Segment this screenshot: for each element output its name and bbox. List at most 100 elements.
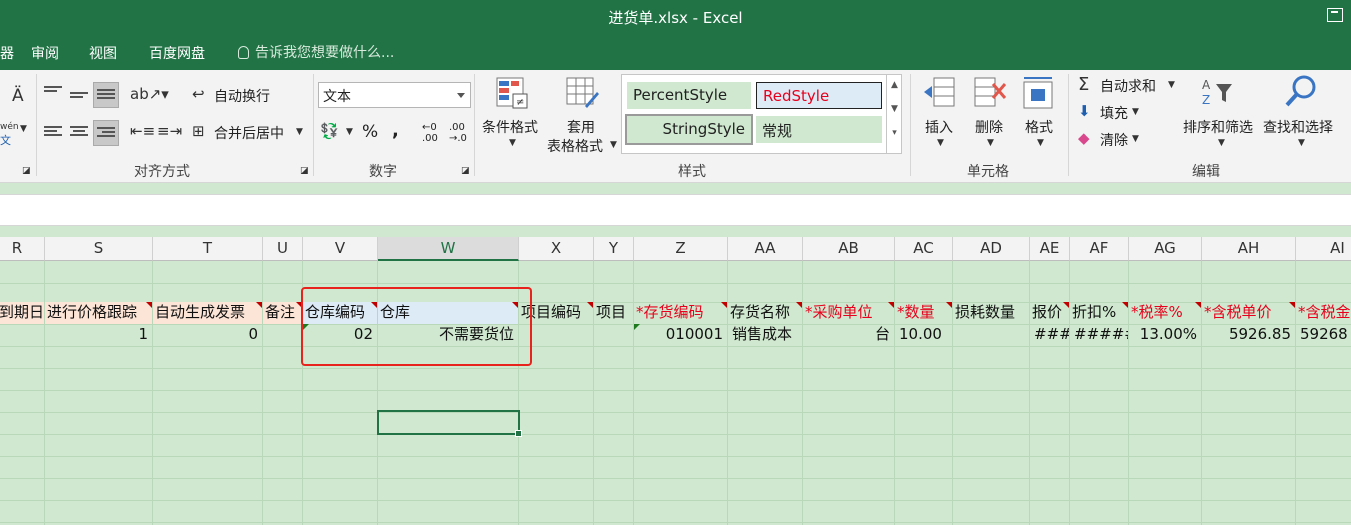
data-cell-s[interactable]: 1 (45, 324, 152, 346)
chevron-up-icon[interactable]: ▲ (887, 80, 902, 90)
tell-me-box[interactable]: 告诉我您想要做什么... (238, 42, 394, 62)
header-cell-ae[interactable]: 报价 (1030, 302, 1069, 324)
formula-bar[interactable] (0, 194, 1351, 226)
eraser-icon[interactable]: ◆ (1078, 129, 1090, 147)
format-dropdown-icon[interactable]: ▼ (1037, 138, 1044, 148)
merge-dropdown-icon[interactable]: ▼ (296, 127, 303, 137)
format-as-table-icon[interactable] (565, 76, 599, 110)
active-cell-selection[interactable] (377, 410, 522, 437)
column-header-aa[interactable]: AA (728, 237, 803, 261)
data-cell-y[interactable] (594, 324, 633, 346)
merge-center-icon[interactable]: ⊞ (192, 122, 205, 140)
clear-dropdown-icon[interactable]: ▼ (1132, 134, 1139, 144)
autosum-icon[interactable]: Σ (1078, 74, 1089, 95)
wrap-text-icon[interactable]: ↩ (192, 85, 205, 103)
column-header-u[interactable]: U (263, 237, 303, 261)
column-header-ai[interactable]: AI (1296, 237, 1351, 261)
alignment-dialog-launcher-icon[interactable]: ◪ (300, 166, 309, 176)
increase-decimal-button[interactable]: ←0 .00 (422, 122, 444, 144)
autosum-dropdown-icon[interactable]: ▼ (1168, 80, 1175, 90)
sort-filter-icon[interactable]: AZ (1200, 76, 1234, 110)
format-button[interactable]: 格式 (1025, 117, 1053, 137)
column-header-w[interactable]: W (378, 237, 519, 261)
header-cell-ad[interactable]: 损耗数量 (953, 302, 1029, 324)
tab-review[interactable]: 审阅 (31, 43, 59, 63)
header-cell-ac[interactable]: *数量 (895, 302, 952, 324)
data-cell-ag[interactable]: 13.00% (1129, 324, 1201, 346)
tab-baidu-netdisk[interactable]: 百度网盘 (149, 43, 205, 63)
fill-button[interactable]: 填充 (1100, 103, 1128, 123)
chevron-down-icon[interactable]: ▼ (887, 104, 902, 114)
comma-style-button[interactable]: , (392, 120, 399, 141)
delete-cells-icon[interactable] (973, 76, 1007, 110)
dropdown-arrow-icon[interactable]: ▼ (20, 124, 27, 134)
style-percent[interactable]: PercentStyle (627, 82, 751, 109)
align-right-icon[interactable] (93, 120, 119, 146)
header-cell-r[interactable]: 到期日 (0, 302, 44, 324)
column-header-s[interactable]: S (45, 237, 153, 261)
data-cell-ad[interactable] (953, 324, 1029, 346)
merge-center-button[interactable]: 合并后居中 (214, 123, 284, 143)
column-header-z[interactable]: Z (634, 237, 728, 261)
autosum-button[interactable]: 自动求和 (1100, 76, 1156, 96)
currency-dropdown-icon[interactable]: ▼ (346, 127, 353, 137)
font-dialog-launcher-icon[interactable]: ◪ (22, 166, 31, 176)
header-cell-af[interactable]: 折扣% (1070, 302, 1128, 324)
fill-dropdown-icon[interactable]: ▼ (1132, 107, 1139, 117)
conditional-dropdown-icon[interactable]: ▼ (509, 138, 516, 148)
style-red[interactable]: RedStyle (756, 82, 882, 109)
tab-cut-off[interactable]: 器 (0, 43, 14, 63)
percent-style-button[interactable]: % (362, 122, 378, 142)
conditional-formatting-icon[interactable]: ≠ (495, 76, 529, 110)
more-styles-icon[interactable]: ▾ (887, 128, 902, 138)
column-header-ah[interactable]: AH (1202, 237, 1296, 261)
header-cell-u[interactable]: 备注 (263, 302, 302, 324)
conditional-formatting-button[interactable]: 条件格式 (482, 117, 538, 137)
header-cell-ai[interactable]: *含税金 (1296, 302, 1351, 324)
data-cell-af[interactable]: ##### (1070, 324, 1128, 346)
data-cell-z[interactable]: 010001 (634, 324, 727, 346)
header-cell-z[interactable]: *存货编码 (634, 302, 727, 324)
ribbon-display-options-icon[interactable] (1327, 8, 1343, 22)
insert-button[interactable]: 插入 (925, 117, 953, 137)
data-cell-u[interactable] (263, 324, 302, 346)
header-cell-aa[interactable]: 存货名称 (728, 302, 802, 324)
column-header-ac[interactable]: AC (895, 237, 953, 261)
wrap-text-button[interactable]: 自动换行 (214, 86, 270, 106)
align-middle-icon[interactable] (70, 88, 88, 102)
style-string[interactable]: StringStyle (625, 114, 753, 145)
data-cell-aa[interactable]: 销售成本 (728, 324, 802, 346)
header-cell-ah[interactable]: *含税单价 (1202, 302, 1295, 324)
increase-indent-icon[interactable]: ≡⇥ (157, 122, 182, 140)
insert-dropdown-icon[interactable]: ▼ (937, 138, 944, 148)
column-header-ab[interactable]: AB (803, 237, 895, 261)
phonetic-guide-button[interactable]: 文 (0, 132, 11, 148)
number-format-combo[interactable]: 文本 (318, 82, 471, 108)
column-header-ae[interactable]: AE (1030, 237, 1070, 261)
magnifier-icon[interactable] (1284, 74, 1318, 108)
fill-icon[interactable]: ⬇ (1078, 102, 1091, 120)
align-left-icon[interactable] (44, 126, 62, 140)
header-cell-y[interactable]: 项目 (594, 302, 633, 324)
column-header-y[interactable]: Y (594, 237, 634, 261)
align-bottom-icon[interactable] (93, 82, 119, 108)
column-header-t[interactable]: T (153, 237, 263, 261)
delete-button[interactable]: 删除 (975, 117, 1003, 137)
currency-icon[interactable]: 💱 (320, 122, 339, 140)
styles-scroll[interactable]: ▲ ▼ ▾ (886, 74, 902, 154)
column-header-af[interactable]: AF (1070, 237, 1129, 261)
data-cell-ac[interactable]: 10.00 (895, 324, 952, 346)
find-dropdown-icon[interactable]: ▼ (1298, 138, 1305, 148)
clear-button[interactable]: 清除 (1100, 130, 1128, 150)
column-header-v[interactable]: V (303, 237, 378, 261)
header-cell-t[interactable]: 自动生成发票 (153, 302, 262, 324)
data-cell-ae[interactable]: ### (1030, 324, 1069, 346)
data-cell-ah[interactable]: 5926.85 (1202, 324, 1295, 346)
delete-dropdown-icon[interactable]: ▼ (987, 138, 994, 148)
format-as-table-line2[interactable]: 表格格式 (547, 136, 603, 156)
tab-view[interactable]: 视图 (89, 43, 117, 63)
header-cell-s[interactable]: 进行价格跟踪 (45, 302, 152, 324)
insert-cells-icon[interactable] (922, 76, 956, 110)
align-top-icon[interactable] (44, 86, 62, 100)
number-dialog-launcher-icon[interactable]: ◪ (461, 166, 470, 176)
